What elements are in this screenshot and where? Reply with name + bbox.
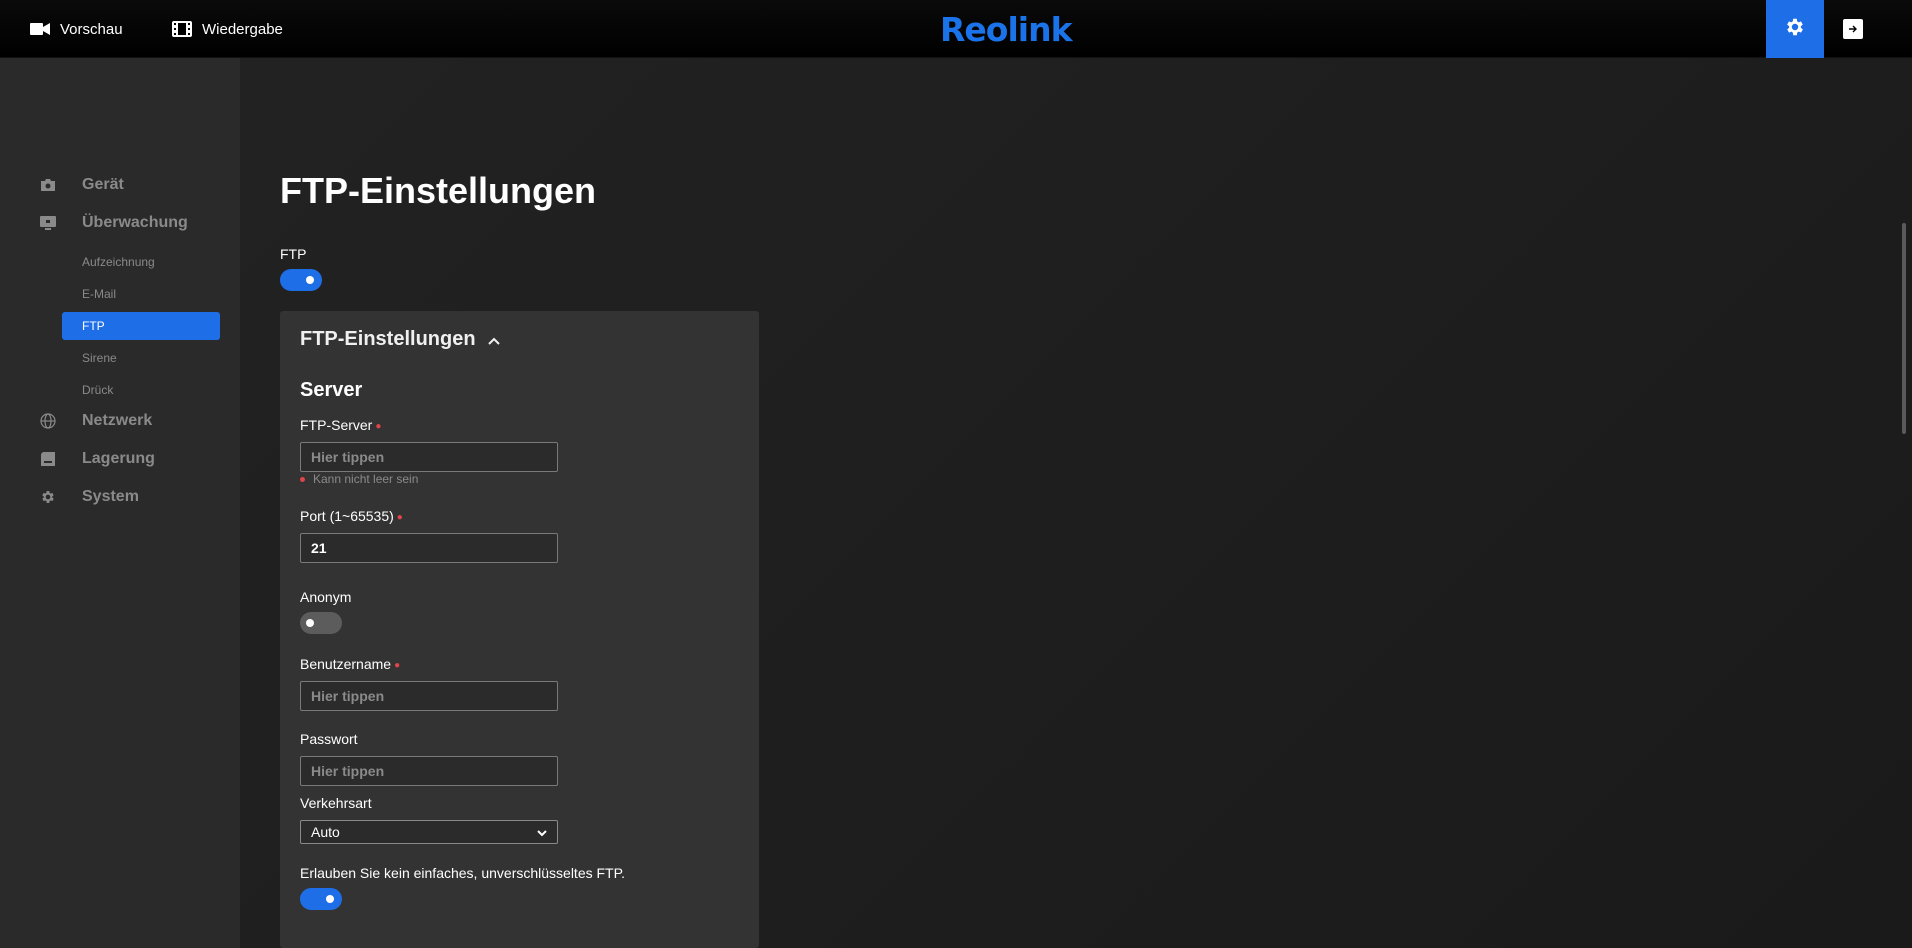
sidebar-subitem-siren[interactable]: Sirene [62, 344, 220, 372]
username-label: Benutzername ● [300, 656, 401, 672]
monitor-icon [40, 216, 82, 230]
sidebar-item-monitoring[interactable]: Überwachung [40, 210, 188, 236]
sidebar-subitem-ftp[interactable]: FTP [62, 312, 220, 340]
port-label: Port (1~65535) ● [300, 508, 403, 524]
sidebar-item-network[interactable]: Netzwerk [40, 408, 152, 434]
ftp-settings-panel: FTP-Einstellungen Server FTP-Server● Kan… [280, 311, 759, 948]
main-content: FTP-Einstellungen FTP FTP-Einstellungen … [240, 58, 1912, 948]
reolink-logo[interactable]: Reolink [940, 10, 1073, 49]
password-input[interactable] [300, 756, 558, 786]
anonymous-label: Anonym [300, 589, 352, 605]
video-camera-icon [30, 22, 50, 36]
scrollbar[interactable] [1902, 223, 1906, 434]
sidebar: Gerät Überwachung Aufzeichnung E-Mail FT… [0, 58, 240, 948]
storage-icon [40, 451, 82, 467]
transfer-mode-select[interactable]: Auto [300, 820, 558, 844]
error-dot-icon [300, 476, 305, 482]
globe-icon [40, 413, 82, 429]
panel-header[interactable]: FTP-Einstellungen [300, 328, 500, 351]
top-bar: Vorschau Wiedergabe Reolink [0, 0, 1912, 58]
gear-icon [40, 489, 82, 505]
settings-button[interactable] [1766, 0, 1824, 58]
sidebar-item-label: Lagerung [82, 450, 155, 467]
sidebar-item-system[interactable]: System [40, 484, 139, 510]
film-icon [172, 21, 192, 37]
ftp-server-label: FTP-Server ● [300, 417, 382, 433]
gear-icon [1784, 16, 1806, 43]
sidebar-item-device[interactable]: Gerät [40, 172, 124, 198]
logout-button[interactable] [1824, 0, 1882, 58]
nav-playback[interactable]: Wiedergabe [172, 0, 283, 58]
username-input[interactable] [300, 681, 558, 711]
nav-playback-label: Wiedergabe [202, 20, 283, 38]
sidebar-subitem-push[interactable]: Drück [62, 376, 220, 404]
logout-icon [1843, 19, 1863, 39]
ftp-server-error: Kann nicht leer sein [300, 472, 418, 486]
disallow-plain-ftp-toggle[interactable] [300, 888, 342, 910]
ftp-server-input[interactable] [300, 442, 558, 472]
sidebar-item-label: Überwachung [82, 214, 188, 231]
anonymous-toggle[interactable] [300, 612, 342, 634]
sidebar-subitem-recording[interactable]: Aufzeichnung [62, 248, 220, 276]
nav-preview-label: Vorschau [60, 20, 123, 38]
sidebar-item-storage[interactable]: Lagerung [40, 446, 155, 472]
transfer-mode-label: Verkehrsart [300, 795, 372, 811]
password-label: Passwort [300, 731, 358, 747]
port-input[interactable] [300, 533, 558, 563]
chevron-down-icon [537, 824, 547, 840]
ftp-toggle-label: FTP [280, 246, 307, 262]
panel-title: FTP-Einstellungen [300, 328, 476, 350]
ftp-toggle[interactable] [280, 269, 322, 291]
sidebar-item-label: Gerät [82, 176, 124, 193]
disallow-plain-ftp-label: Erlauben Sie kein einfaches, unverschlüs… [300, 865, 626, 881]
transfer-mode-value: Auto [311, 824, 340, 840]
camera-icon [40, 178, 82, 192]
sidebar-item-label: System [82, 488, 139, 505]
page-title: FTP-Einstellungen [280, 170, 597, 211]
nav-preview[interactable]: Vorschau [30, 0, 123, 58]
section-title-server: Server [300, 379, 363, 401]
sidebar-item-label: Netzwerk [82, 412, 153, 429]
sidebar-subitem-email[interactable]: E-Mail [62, 280, 220, 308]
chevron-up-icon [487, 328, 500, 351]
